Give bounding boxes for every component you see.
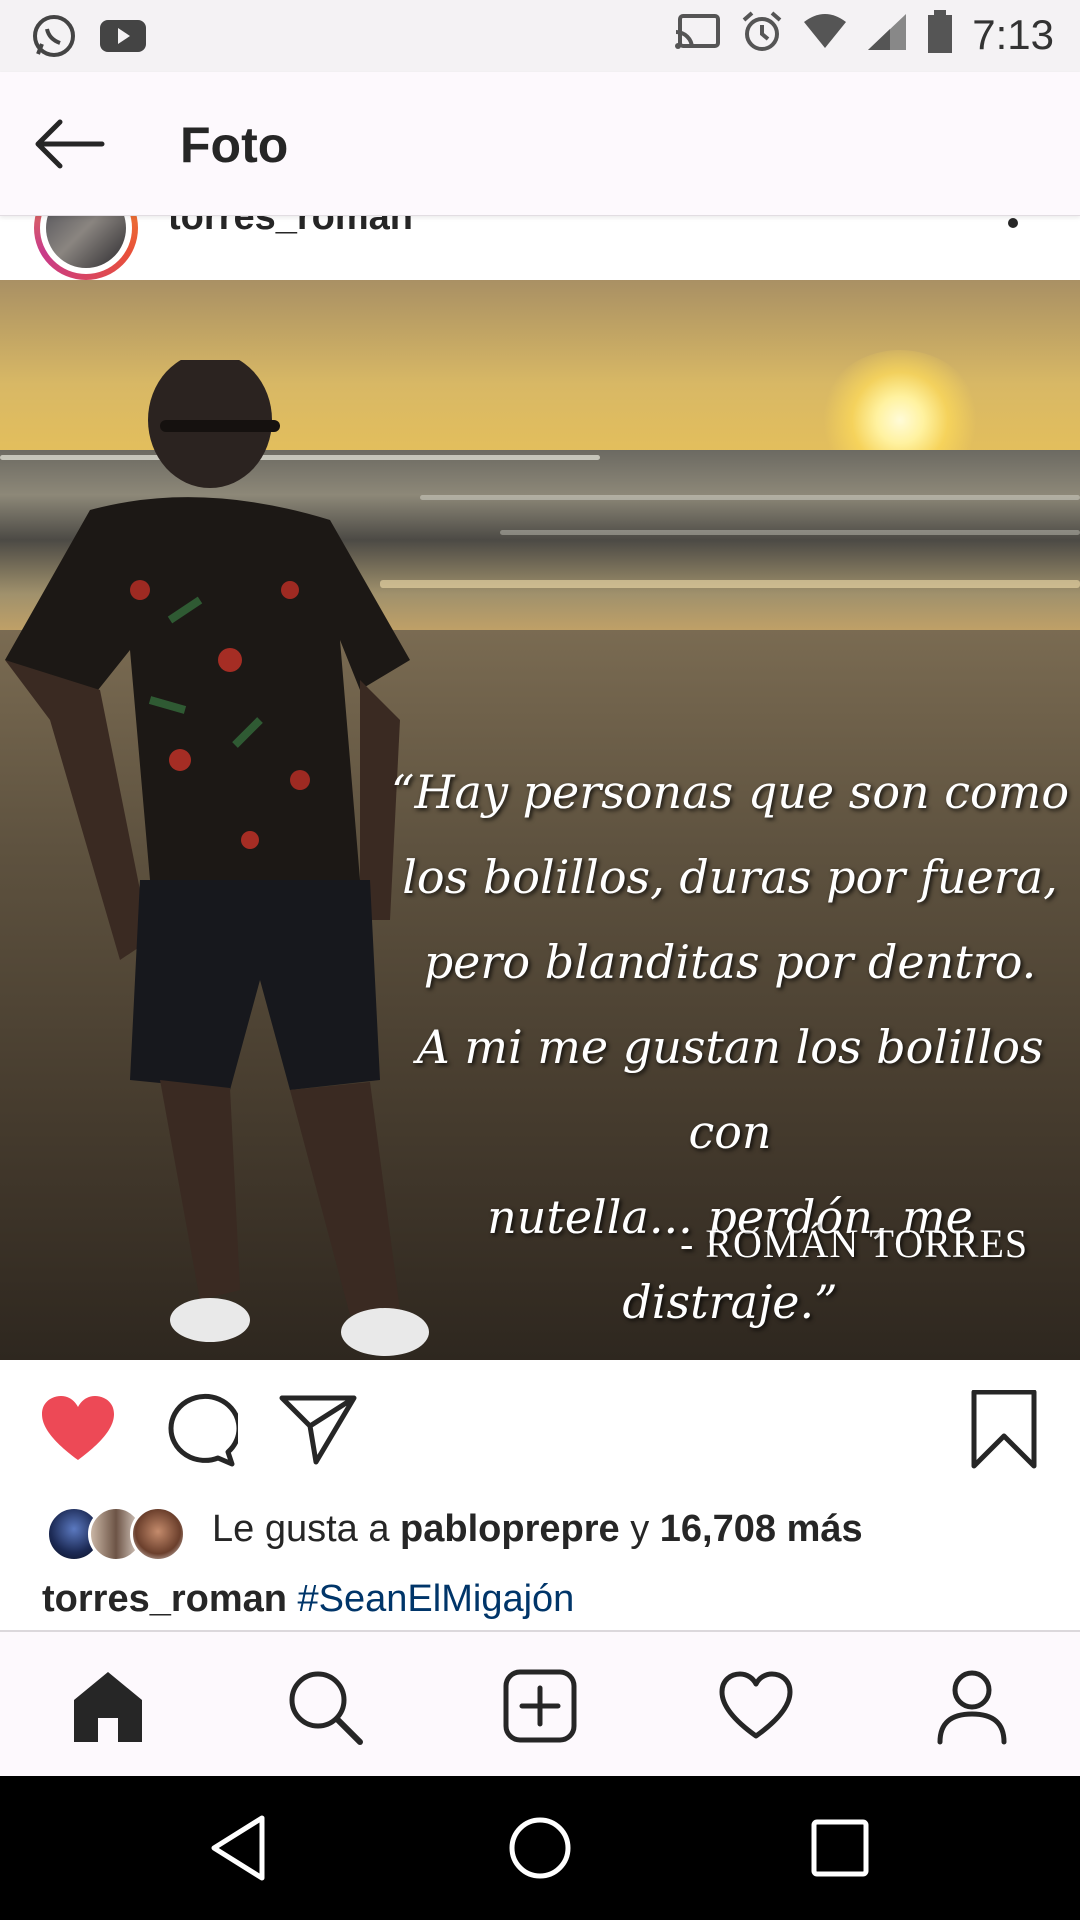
liker-avatars <box>46 1506 186 1562</box>
liker-username[interactable]: pabloprepre <box>400 1508 620 1550</box>
arrow-left-icon <box>35 119 105 169</box>
new-post-icon[interactable] <box>500 1666 580 1746</box>
quote-author: - ROMÁN TORRES <box>680 1221 1029 1266</box>
profile-icon[interactable] <box>932 1666 1012 1746</box>
cast-icon <box>674 12 722 57</box>
post-header: torres_roman <box>0 216 1080 280</box>
likes-count[interactable]: 16,708 más <box>660 1508 863 1550</box>
status-time: 7:13 <box>972 10 1054 58</box>
post-photo[interactable]: “Hay personas que son como los bolillos,… <box>0 280 1080 1360</box>
back-button[interactable] <box>30 112 110 176</box>
post-caption: torres_roman #SeanElMigajón <box>42 1578 574 1621</box>
whatsapp-icon <box>30 12 78 65</box>
signal-icon <box>866 12 908 57</box>
heart-filled-icon[interactable] <box>38 1390 118 1470</box>
wifi-icon <box>802 12 848 57</box>
search-icon[interactable] <box>284 1666 364 1746</box>
activity-heart-icon[interactable] <box>716 1666 796 1746</box>
youtube-icon <box>98 16 148 61</box>
battery-icon <box>926 10 954 59</box>
page-title: Foto <box>180 117 289 173</box>
comment-icon[interactable] <box>158 1390 242 1470</box>
post-action-bar <box>0 1360 1080 1500</box>
person-silhouette <box>5 360 429 1356</box>
bottom-nav <box>0 1630 1080 1776</box>
home-icon[interactable] <box>68 1666 148 1746</box>
back-triangle-icon[interactable] <box>204 1812 276 1884</box>
alarm-icon <box>740 10 784 59</box>
recents-square-icon[interactable] <box>804 1812 876 1884</box>
more-options-icon[interactable] <box>1008 218 1018 228</box>
likes-text: Le gusta a pabloprepre y 16,708 más <box>212 1508 863 1550</box>
caption-username[interactable]: torres_roman <box>42 1578 287 1620</box>
system-nav-bar <box>0 1776 1080 1920</box>
app-header: Foto <box>0 72 1080 216</box>
home-circle-icon[interactable] <box>504 1812 576 1884</box>
bookmark-icon[interactable] <box>964 1389 1044 1470</box>
likes-row[interactable]: Le gusta a pabloprepre y 16,708 más <box>0 1500 1080 1566</box>
direct-send-icon[interactable] <box>278 1390 358 1470</box>
caption-hashtag[interactable]: #SeanElMigajón <box>298 1578 575 1620</box>
post-username[interactable]: torres_roman <box>168 216 413 239</box>
status-bar: 7:13 <box>0 0 1080 72</box>
avatar <box>130 1506 186 1562</box>
